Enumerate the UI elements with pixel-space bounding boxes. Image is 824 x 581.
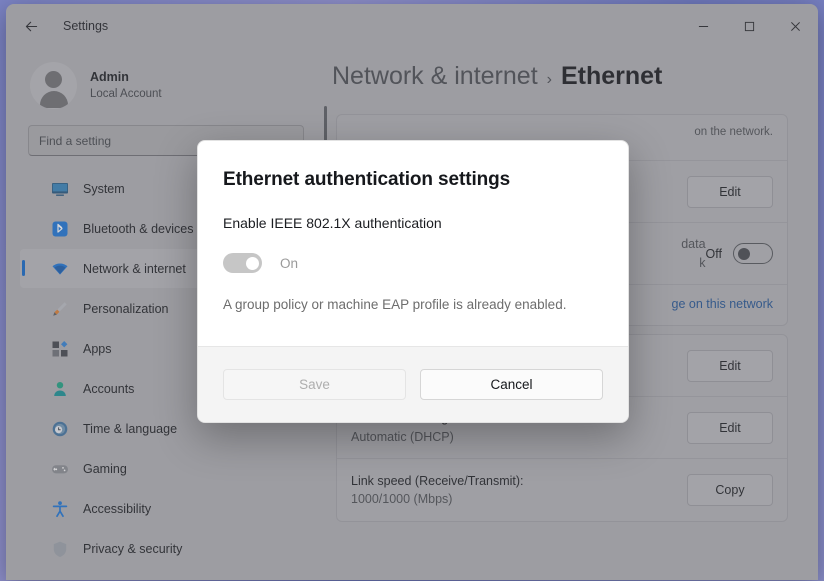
cancel-button[interactable]: Cancel xyxy=(420,369,603,400)
dialog-title: Ethernet authentication settings xyxy=(223,169,511,190)
dialog-footer: Save Cancel xyxy=(198,346,628,422)
dialog-body: Ethernet authentication settings Enable … xyxy=(198,141,628,346)
ieee-8021x-toggle-label: On xyxy=(280,255,299,271)
ieee-8021x-toggle-group: On xyxy=(223,253,603,273)
settings-window: Settings Admin Local Account Find a sett… xyxy=(6,4,818,580)
ieee-8021x-toggle xyxy=(223,253,262,273)
dialog-note: A group policy or machine EAP profile is… xyxy=(223,297,567,312)
dialog-subtitle: Enable IEEE 802.1X authentication xyxy=(223,215,442,231)
save-button: Save xyxy=(223,369,406,400)
ethernet-authentication-dialog: Ethernet authentication settings Enable … xyxy=(197,140,629,423)
